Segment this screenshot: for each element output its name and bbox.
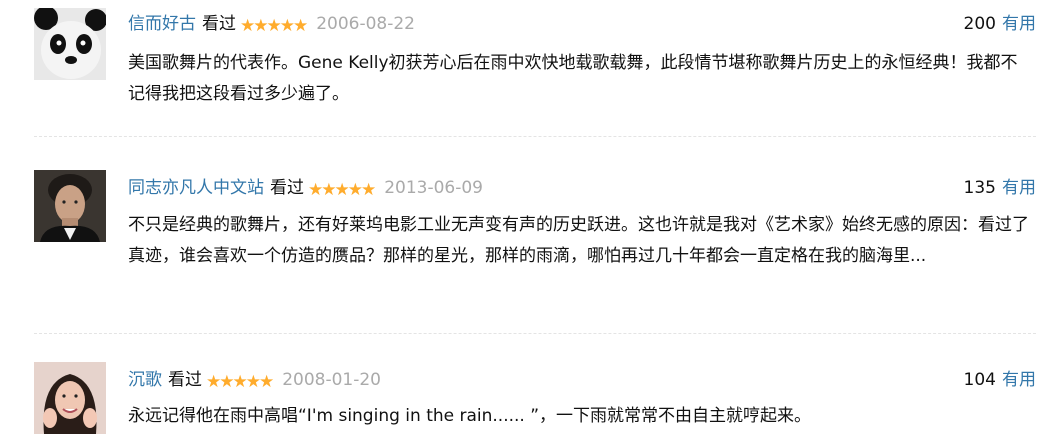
comment-text: 不只是经典的歌舞片，还有好莱坞电影工业无声变有声的历史跃进。这也许就是我对《艺术…	[128, 215, 1029, 266]
comment-meta: 信而好古 看过 ★★★★★ 2006-08-22	[128, 11, 415, 37]
watch-status: 看过	[202, 14, 236, 34]
comment-user-link[interactable]: 信而好古	[128, 14, 196, 34]
avatar[interactable]	[34, 362, 106, 434]
useful-button[interactable]: 有用	[1002, 14, 1036, 34]
watch-status: 看过	[270, 178, 304, 198]
useful-button[interactable]: 有用	[1002, 178, 1036, 198]
star-icon: ★★★★★	[308, 180, 376, 200]
star-icon: ★★★★★	[206, 372, 274, 392]
vote-area: 104 有用	[964, 367, 1036, 393]
divider	[34, 136, 1036, 137]
panda-avatar-icon	[34, 8, 106, 80]
comment-date: 2008-01-20	[282, 370, 381, 390]
vote-area: 135 有用	[964, 175, 1036, 201]
vote-count: 200	[963, 14, 996, 34]
comment-user-link[interactable]: 沉歌	[128, 370, 162, 390]
star-icon: ★★★★★	[240, 16, 308, 36]
divider	[34, 333, 1036, 334]
rating-stars: ★★★★★	[206, 369, 274, 395]
person-avatar-icon	[34, 170, 106, 242]
rating-stars: ★★★★★	[308, 177, 376, 203]
watch-status: 看过	[168, 370, 202, 390]
comment-text: 永远记得他在雨中高唱“I'm singing in the rain......…	[128, 406, 812, 426]
avatar[interactable]	[34, 8, 106, 80]
comment-meta: 同志亦凡人中文站 看过 ★★★★★ 2013-06-09	[128, 175, 483, 201]
vote-count: 104	[963, 370, 996, 390]
comment-date: 2013-06-09	[384, 178, 483, 198]
comment-date: 2006-08-22	[316, 14, 415, 34]
vote-count: 135	[963, 178, 996, 198]
comment-meta: 沉歌 看过 ★★★★★ 2008-01-20	[128, 367, 381, 393]
person-avatar-icon	[34, 362, 106, 434]
comment-user-link[interactable]: 同志亦凡人中文站	[128, 178, 264, 198]
useful-button[interactable]: 有用	[1002, 370, 1036, 390]
vote-area: 200 有用	[964, 11, 1036, 37]
comment-text: 美国歌舞片的代表作。Gene Kelly初获芳心后在雨中欢快地载歌载舞，此段情节…	[128, 53, 1018, 104]
rating-stars: ★★★★★	[240, 13, 308, 39]
avatar[interactable]	[34, 170, 106, 242]
